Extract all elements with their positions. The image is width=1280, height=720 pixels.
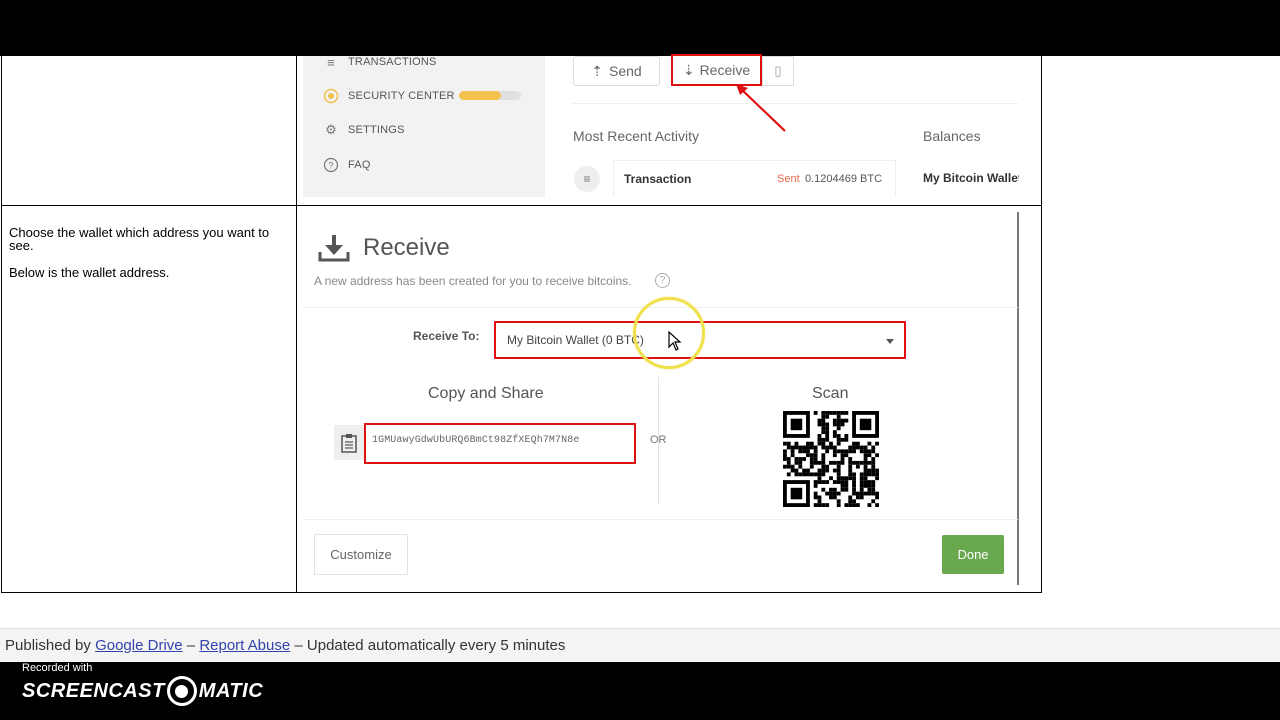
svg-text:?: ?: [328, 161, 333, 171]
balance-wallet-name: My Bitcoin Wallet: [923, 171, 1019, 185]
brand-left: SCREENCAST: [22, 679, 165, 702]
clipboard-icon: ▯: [774, 63, 782, 78]
instruction-line-2: Below is the wallet address.: [9, 265, 170, 280]
scan-title: Scan: [812, 385, 849, 402]
sidebar-item-settings[interactable]: ⚙ SETTINGS: [322, 121, 405, 139]
recorded-with-label: Recorded with: [22, 662, 93, 674]
transaction-name: Transaction: [624, 172, 692, 186]
published-by-label: Published by: [5, 637, 91, 654]
receive-modal: [303, 212, 1018, 585]
table-row-divider: [1, 205, 1042, 206]
security-progress-fill: [459, 91, 502, 100]
sidebar-item-label: SECURITY CENTER: [348, 90, 455, 102]
footer-text: Published by Google Drive – Report Abuse…: [5, 637, 565, 654]
download-icon: [318, 235, 350, 262]
activity-heading: Most Recent Activity: [573, 128, 700, 144]
instruction-text: Choose the wallet which address you want…: [9, 226, 291, 293]
receive-subtitle: A new address has been created for you t…: [314, 274, 632, 288]
brand-right: MATIC: [198, 679, 264, 702]
sidebar-item-security-center[interactable]: SECURITY CENTER: [322, 87, 455, 105]
modal-footer-divider: [303, 519, 1018, 520]
sidebar-item-label: FAQ: [348, 159, 371, 171]
send-button[interactable]: ⇡ Send: [573, 56, 660, 86]
list-icon: ≡: [327, 54, 335, 70]
google-drive-link[interactable]: Google Drive: [95, 637, 183, 654]
shield-icon: [322, 87, 340, 105]
video-top-bar: [0, 0, 1280, 56]
screencast-logo: SCREENCAST MATIC: [22, 676, 263, 706]
table-column-divider: [296, 56, 297, 593]
receive-label: Receive: [699, 62, 751, 78]
upload-icon: ⇡: [591, 62, 604, 79]
done-button[interactable]: Done: [942, 535, 1004, 574]
sidebar-item-transactions[interactable]: ≡ TRANSACTIONS: [322, 53, 437, 71]
updated-note: Updated automatically every 5 minutes: [306, 637, 566, 654]
customize-button[interactable]: Customize: [314, 534, 408, 575]
chevron-down-icon: [886, 339, 894, 344]
bitcoin-address: 1GMUawyGdwUbURQ6BmCt98ZfXEQh7M7N8e: [372, 435, 580, 446]
footer-dash: –: [186, 637, 196, 654]
security-progress-bar: [459, 91, 521, 100]
footer-dash: –: [294, 637, 303, 654]
balances-heading: Balances: [923, 128, 981, 144]
transaction-direction: Sent: [777, 173, 800, 185]
mouse-cursor-icon: [668, 331, 682, 351]
gear-icon: ⚙: [325, 122, 337, 137]
qr-code: [783, 411, 879, 507]
or-label: OR: [650, 434, 667, 446]
receive-to-label: Receive To:: [413, 329, 480, 343]
sidebar-item-label: TRANSACTIONS: [348, 56, 437, 68]
copy-share-title: Copy and Share: [428, 385, 544, 402]
instruction-line-1: Choose the wallet which address you want…: [9, 225, 270, 253]
sidebar-item-faq[interactable]: ? FAQ: [322, 156, 371, 174]
clipboard-icon: [341, 433, 357, 453]
transaction-icon: ≡: [574, 166, 600, 192]
record-icon: [166, 676, 197, 706]
transaction-amount: 0.1204469 BTC: [805, 173, 883, 185]
annotation-arrow: [736, 84, 786, 132]
toolbar-divider: [573, 103, 1018, 104]
copy-address-button[interactable]: [334, 425, 364, 460]
wallet-select-value: My Bitcoin Wallet (0 BTC): [507, 333, 644, 347]
question-icon: ?: [322, 156, 340, 174]
download-icon: ⇣: [682, 61, 695, 78]
sidebar-item-label: SETTINGS: [348, 124, 405, 136]
help-icon[interactable]: ?: [655, 273, 670, 288]
report-abuse-link[interactable]: Report Abuse: [199, 637, 290, 654]
modal-border: [1017, 212, 1019, 585]
receive-title: Receive: [363, 234, 450, 261]
send-label: Send: [609, 63, 642, 79]
